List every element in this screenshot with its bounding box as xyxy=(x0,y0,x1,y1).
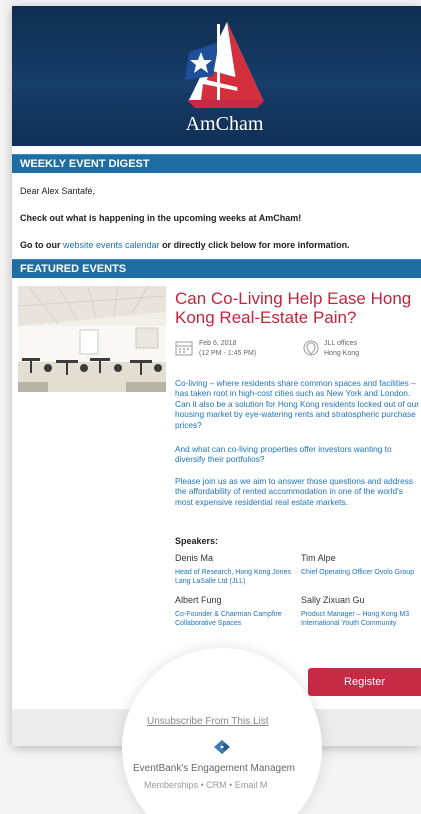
header-banner: AmCham xyxy=(12,6,421,146)
event-description-1: Co-living – where residents share common… xyxy=(175,378,419,430)
event-photo[interactable] xyxy=(18,286,166,392)
register-button[interactable]: Register xyxy=(308,668,421,696)
calendar-line-suffix: or directly click below for more informa… xyxy=(159,240,350,250)
calendar-line: Go to our website events calendar or dir… xyxy=(20,240,415,250)
event-description-2: And what can co-living properties offer … xyxy=(175,444,392,465)
eventbank-logo-icon xyxy=(214,740,230,754)
amcham-logo[interactable]: AmCham xyxy=(172,18,277,136)
event-title[interactable]: Can Co-Living Help Ease Hong Kong Real-E… xyxy=(175,289,421,327)
speaker-card: Sally Zixuan Gu Product Manager – Hong K… xyxy=(301,595,421,628)
event-location-venue: JLL offices xyxy=(324,340,358,347)
event-location: JLL offices Hong Kong xyxy=(324,339,359,359)
greeting-text: Dear Alex Santafé, xyxy=(20,186,96,196)
speaker-card: Denis Ma Head of Research, Hong Kong Jon… xyxy=(175,553,300,586)
event-date-time: (12 PM - 1:45 PM) xyxy=(199,350,257,357)
speaker-role: Product Manager – Hong Kong M3 Internati… xyxy=(301,611,410,627)
speaker-name: Sally Zixuan Gu xyxy=(301,595,365,605)
speaker-name: Albert Fung xyxy=(175,595,222,605)
event-description-3: Please join us as we aim to answer those… xyxy=(175,476,413,507)
amcham-sail-icon xyxy=(185,22,265,108)
speaker-role: Co-Founder & Chairman Campfire Collabora… xyxy=(175,611,282,627)
event-date: Feb 6, 2018 (12 PM - 1:45 PM) xyxy=(199,339,256,359)
speaker-role: Chief Operating Officer Ovolo Group xyxy=(301,569,415,576)
services-text: Memberships • CRM • Email M xyxy=(144,780,268,790)
coliving-room-image xyxy=(18,286,166,392)
weekly-digest-bar: WEEKLY EVENT DIGEST xyxy=(12,154,421,173)
calendar-icon xyxy=(175,341,193,356)
speaker-name: Denis Ma xyxy=(175,553,214,563)
location-pin-icon xyxy=(303,340,319,356)
unsubscribe-link[interactable]: Unsubscribe From This List xyxy=(147,716,269,727)
powered-by-text: EventBank's Engagement Managem xyxy=(133,763,296,774)
speaker-name: Tim Alpe xyxy=(301,553,336,563)
calendar-line-prefix: Go to our xyxy=(20,240,63,250)
checkout-text: Check out what is happening in the upcom… xyxy=(20,213,302,223)
events-calendar-link[interactable]: website events calendar xyxy=(63,240,160,250)
email-card: AmCham WEEKLY EVENT DIGEST Dear Alex San… xyxy=(12,6,421,746)
event-location-city: Hong Kong xyxy=(324,350,360,357)
event-date-day: Feb 6, 2018 xyxy=(199,340,237,347)
speaker-role: Head of Research, Hong Kong Jones Lang L… xyxy=(175,569,291,585)
speaker-card: Albert Fung Co-Founder & Chairman Campfi… xyxy=(175,595,300,628)
logo-text: AmCham xyxy=(185,113,264,135)
speakers-heading: Speakers: xyxy=(175,536,219,546)
featured-events-bar: FEATURED EVENTS xyxy=(12,259,421,278)
speaker-card: Tim Alpe Chief Operating Officer Ovolo G… xyxy=(301,553,421,577)
